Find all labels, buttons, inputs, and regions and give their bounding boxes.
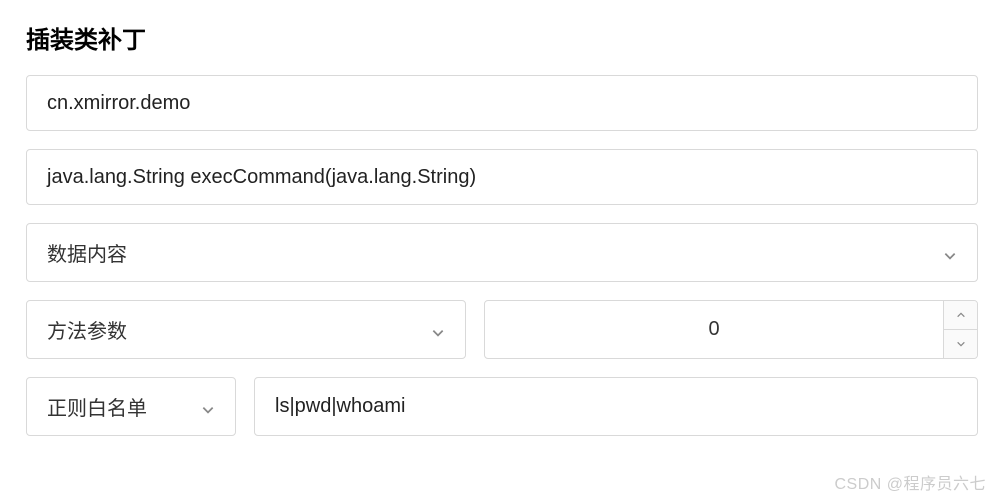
- chevron-down-icon: [201, 400, 215, 414]
- page-title: 插装类补丁: [26, 20, 978, 55]
- param-index-stepper[interactable]: 0: [484, 300, 978, 359]
- data-content-select[interactable]: 数据内容: [26, 223, 978, 282]
- regex-whitelist-select[interactable]: 正则白名单: [26, 377, 236, 436]
- watermark-text: CSDN @程序员六七: [834, 470, 986, 494]
- stepper-down-button[interactable]: [944, 330, 977, 358]
- method-param-select[interactable]: 方法参数: [26, 300, 466, 359]
- method-signature-value: java.lang.String execCommand(java.lang.S…: [47, 166, 476, 189]
- stepper-up-button[interactable]: [944, 301, 977, 330]
- class-name-input[interactable]: cn.xmirror.demo: [26, 75, 978, 131]
- regex-whitelist-label: 正则白名单: [47, 392, 147, 421]
- method-signature-input[interactable]: java.lang.String execCommand(java.lang.S…: [26, 149, 978, 205]
- method-param-label: 方法参数: [47, 315, 127, 344]
- chevron-down-icon: [431, 323, 445, 337]
- regex-pattern-input[interactable]: ls|pwd|whoami: [254, 377, 978, 436]
- class-name-value: cn.xmirror.demo: [47, 92, 190, 115]
- data-content-label: 数据内容: [47, 238, 127, 267]
- param-index-value: 0: [485, 301, 943, 358]
- regex-pattern-value: ls|pwd|whoami: [275, 395, 405, 418]
- chevron-down-icon: [943, 246, 957, 260]
